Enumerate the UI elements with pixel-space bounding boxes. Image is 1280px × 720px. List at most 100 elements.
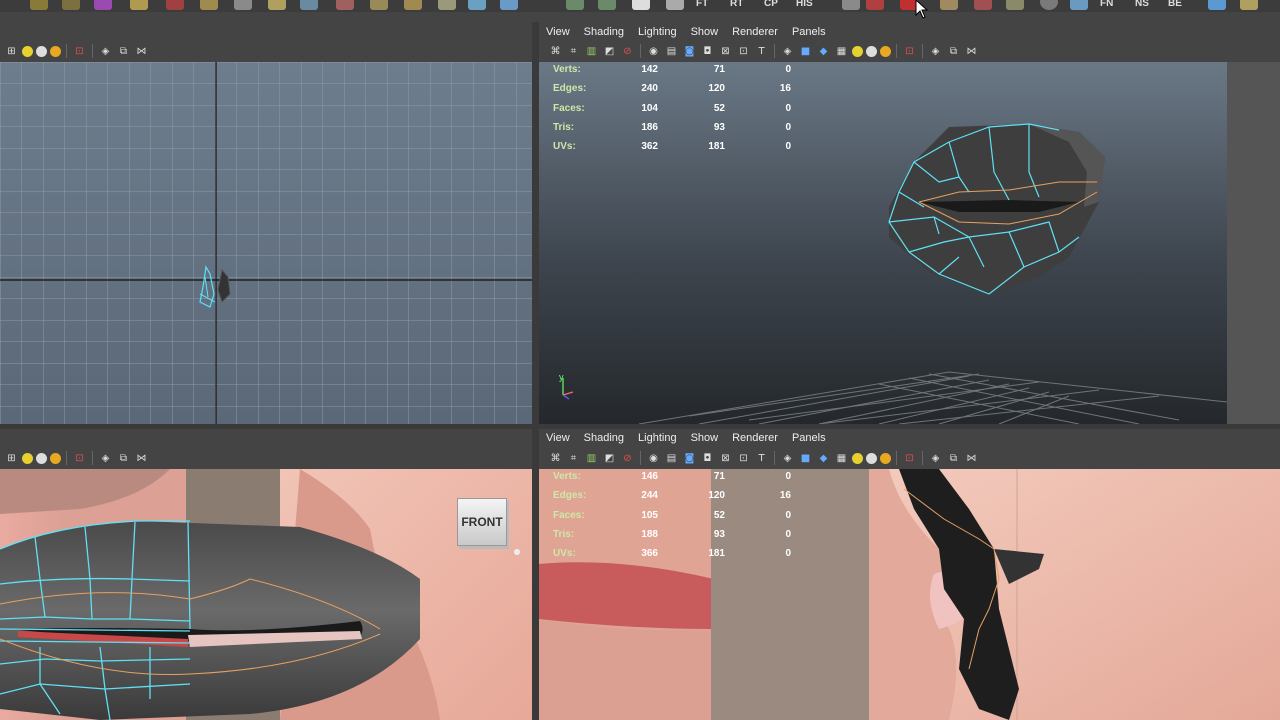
viewport-top[interactable]: [0, 62, 532, 424]
shadows-icon[interactable]: [50, 452, 61, 464]
isolate-select-icon[interactable]: ⊡: [72, 451, 87, 466]
camera-move-icon[interactable]: ⊘: [620, 451, 635, 466]
curve-icon[interactable]: [234, 0, 252, 10]
view-cube-arrow-icon[interactable]: [514, 549, 520, 555]
text-label-icon[interactable]: T: [754, 451, 769, 466]
camera-select-icon[interactable]: ⌘: [548, 44, 563, 59]
safe-title-icon[interactable]: ⊡: [736, 451, 751, 466]
viewport-perspective[interactable]: y Verts: 142 71 0 Edges: 240 120 16 Faces: 104 5…: [539, 62, 1227, 424]
gate-mask-icon[interactable]: ◙: [682, 44, 697, 59]
cylinder-icon[interactable]: [94, 0, 112, 10]
share-icon[interactable]: ⋈: [964, 451, 979, 466]
ik-icon[interactable]: [1006, 0, 1024, 10]
panel-border-vertical[interactable]: [532, 22, 539, 720]
shelf-tab-cp[interactable]: CP: [764, 0, 778, 9]
image-plane-icon[interactable]: ◩: [602, 44, 617, 59]
wireframe-icon[interactable]: ◈: [780, 44, 795, 59]
sculpt-icon[interactable]: [370, 0, 388, 10]
plane-icon[interactable]: [130, 0, 148, 10]
menu-shading[interactable]: Shading: [584, 26, 624, 38]
menu-show[interactable]: Show: [691, 432, 719, 444]
bend-icon[interactable]: [200, 0, 218, 10]
film-gate-icon[interactable]: ◉: [646, 44, 661, 59]
lips-mesh-persp[interactable]: [888, 123, 1105, 295]
menu-renderer[interactable]: Renderer: [732, 26, 778, 38]
xray-joints-icon[interactable]: ⧉: [116, 44, 131, 59]
shadows-icon[interactable]: [880, 452, 891, 464]
bookmark-icon[interactable]: ▥: [584, 451, 599, 466]
viewport-front[interactable]: FRONT: [0, 469, 532, 720]
grid-toggle-icon[interactable]: ⊞: [4, 44, 19, 59]
lattice-icon[interactable]: [166, 0, 184, 10]
isolate-select-icon[interactable]: ⊡: [72, 44, 87, 59]
help-icon[interactable]: [1240, 0, 1258, 10]
sphere-icon[interactable]: [30, 0, 48, 10]
box-icon[interactable]: [1208, 0, 1226, 10]
menu-show[interactable]: Show: [691, 26, 719, 38]
default-light-icon[interactable]: [852, 45, 863, 57]
mesh-icon[interactable]: [842, 0, 860, 10]
move-icon[interactable]: [566, 0, 584, 10]
resolution-gate-icon[interactable]: ▤: [664, 44, 679, 59]
xray-icon[interactable]: ◈: [928, 451, 943, 466]
light-icon[interactable]: [336, 0, 354, 10]
script-icon[interactable]: [940, 0, 958, 10]
circle-icon[interactable]: [1040, 0, 1058, 10]
share-icon[interactable]: ⋈: [964, 44, 979, 59]
menu-shading[interactable]: Shading: [584, 432, 624, 444]
camera-icon[interactable]: [300, 0, 318, 10]
camera-attr-icon[interactable]: ⌗: [566, 451, 581, 466]
all-lights-icon[interactable]: [36, 452, 47, 464]
xray-icon[interactable]: ◈: [98, 44, 113, 59]
menu-view[interactable]: View: [546, 26, 570, 38]
all-lights-icon[interactable]: [36, 45, 47, 57]
camera-move-icon[interactable]: ⊘: [620, 44, 635, 59]
shadows-icon[interactable]: [880, 45, 891, 57]
xray-icon[interactable]: ◈: [98, 451, 113, 466]
field-chart-icon[interactable]: ◘: [700, 44, 715, 59]
textured-icon[interactable]: ▦: [834, 451, 849, 466]
shape-icon[interactable]: [468, 0, 486, 10]
safe-title-icon[interactable]: ⊡: [736, 44, 751, 59]
field-chart-icon[interactable]: ◘: [700, 451, 715, 466]
menu-panels[interactable]: Panels: [792, 432, 826, 444]
film-gate-icon[interactable]: ◉: [646, 451, 661, 466]
textured-icon[interactable]: ▦: [834, 44, 849, 59]
share-icon[interactable]: ⋈: [134, 451, 149, 466]
image-plane-icon[interactable]: ◩: [602, 451, 617, 466]
gate-mask-icon[interactable]: ◙: [682, 451, 697, 466]
resolution-gate-icon[interactable]: ▤: [664, 451, 679, 466]
snap-icon[interactable]: [666, 0, 684, 10]
shelf-tab-ft[interactable]: FT: [696, 0, 708, 9]
xray-joints-icon[interactable]: ⧉: [946, 44, 961, 59]
menu-lighting[interactable]: Lighting: [638, 432, 677, 444]
menu-lighting[interactable]: Lighting: [638, 26, 677, 38]
share-icon[interactable]: ⋈: [134, 44, 149, 59]
xray-joints-icon[interactable]: ⧉: [116, 451, 131, 466]
viewport-side[interactable]: Verts: 146 71 0 Edges: 244 120 16 Faces: 105 52 0…: [539, 469, 1280, 720]
text-label-icon[interactable]: T: [754, 44, 769, 59]
isolate-select-icon[interactable]: ⊡: [902, 44, 917, 59]
panel-border-horizontal[interactable]: [0, 424, 1280, 429]
shelf-tab-be[interactable]: BE: [1168, 0, 1182, 9]
wire-on-shaded-icon[interactable]: ◆: [816, 44, 831, 59]
xray-joints-icon[interactable]: ⧉: [946, 451, 961, 466]
shelf-tab-rt[interactable]: RT: [730, 0, 743, 9]
view-cube-front[interactable]: FRONT: [457, 498, 507, 546]
menu-view[interactable]: View: [546, 432, 570, 444]
all-lights-icon[interactable]: [866, 452, 877, 464]
joint-icon[interactable]: [974, 0, 992, 10]
shelf-tab-his[interactable]: HIS: [796, 0, 813, 9]
menu-renderer[interactable]: Renderer: [732, 432, 778, 444]
wireframe-icon[interactable]: ◈: [780, 451, 795, 466]
text-icon[interactable]: [268, 0, 286, 10]
transform-icon[interactable]: [632, 0, 650, 10]
rotate-icon[interactable]: [598, 0, 616, 10]
default-light-icon[interactable]: [22, 45, 33, 57]
brush-icon[interactable]: [866, 0, 884, 10]
cube-icon[interactable]: [62, 0, 80, 10]
isolate-select-icon[interactable]: ⊡: [902, 451, 917, 466]
cloud-icon[interactable]: [500, 0, 518, 10]
shadows-icon[interactable]: [50, 45, 61, 57]
wire-icon[interactable]: [438, 0, 456, 10]
